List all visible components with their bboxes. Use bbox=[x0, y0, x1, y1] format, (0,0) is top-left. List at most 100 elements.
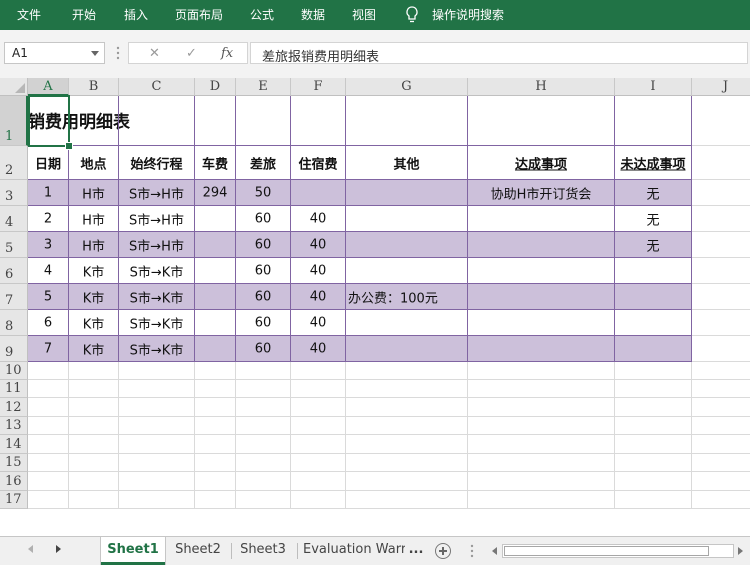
cell-f4[interactable]: 40 bbox=[291, 206, 346, 232]
scrollbar-left-arrow-icon[interactable] bbox=[492, 547, 497, 555]
sheet-tab-sheet2[interactable]: Sheet2 bbox=[167, 537, 229, 565]
cell-f3[interactable] bbox=[291, 180, 346, 206]
cell-f5[interactable]: 40 bbox=[291, 232, 346, 258]
cell-c16[interactable] bbox=[119, 472, 195, 491]
cell-g12[interactable] bbox=[346, 398, 468, 417]
row-header-1[interactable]: 1 bbox=[0, 96, 28, 146]
cell-i17[interactable] bbox=[615, 491, 692, 509]
name-box[interactable]: A1 bbox=[4, 42, 105, 64]
ribbon-tab-insert[interactable]: 插入 bbox=[124, 0, 148, 30]
cell-g8[interactable] bbox=[346, 310, 468, 336]
cell-j9[interactable] bbox=[692, 336, 750, 362]
cell-g3[interactable] bbox=[346, 180, 468, 206]
cell-c17[interactable] bbox=[119, 491, 195, 509]
cell-d4[interactable] bbox=[195, 206, 236, 232]
cell-b6[interactable]: K市 bbox=[69, 258, 119, 284]
cell-f2[interactable]: 住宿费 bbox=[291, 146, 346, 180]
cell-h10[interactable] bbox=[468, 362, 615, 380]
cell-d13[interactable] bbox=[195, 417, 236, 435]
column-header-f[interactable]: F bbox=[291, 78, 346, 96]
cell-g9[interactable] bbox=[346, 336, 468, 362]
cell-d5[interactable] bbox=[195, 232, 236, 258]
cell-f6[interactable]: 40 bbox=[291, 258, 346, 284]
ribbon-tab-file[interactable]: 文件 bbox=[17, 0, 41, 30]
cell-h13[interactable] bbox=[468, 417, 615, 435]
ribbon-tab-page-layout[interactable]: 页面布局 bbox=[175, 0, 223, 30]
cell-e11[interactable] bbox=[236, 380, 291, 398]
cell-a4[interactable]: 2 bbox=[28, 206, 69, 232]
cell-e15[interactable] bbox=[236, 454, 291, 472]
cell-g16[interactable] bbox=[346, 472, 468, 491]
cell-i2[interactable]: 未达成事项 bbox=[615, 146, 692, 180]
cell-c14[interactable] bbox=[119, 435, 195, 454]
cell-j1[interactable] bbox=[692, 96, 750, 146]
cell-f14[interactable] bbox=[291, 435, 346, 454]
cell-d16[interactable] bbox=[195, 472, 236, 491]
cell-c8[interactable]: S市→K市 bbox=[119, 310, 195, 336]
cell-b4[interactable]: H市 bbox=[69, 206, 119, 232]
cell-a8[interactable]: 6 bbox=[28, 310, 69, 336]
cell-f12[interactable] bbox=[291, 398, 346, 417]
cell-a2[interactable]: 日期 bbox=[28, 146, 69, 180]
cell-j8[interactable] bbox=[692, 310, 750, 336]
cell-b16[interactable] bbox=[69, 472, 119, 491]
cell-f8[interactable]: 40 bbox=[291, 310, 346, 336]
cell-g11[interactable] bbox=[346, 380, 468, 398]
cell-j14[interactable] bbox=[692, 435, 750, 454]
cell-a5[interactable]: 3 bbox=[28, 232, 69, 258]
insert-function-icon[interactable]: fx bbox=[221, 46, 233, 61]
cell-d11[interactable] bbox=[195, 380, 236, 398]
row-header-17[interactable]: 17 bbox=[0, 491, 28, 509]
cell-b5[interactable]: H市 bbox=[69, 232, 119, 258]
row-header-7[interactable]: 7 bbox=[0, 284, 28, 310]
cell-g13[interactable] bbox=[346, 417, 468, 435]
cell-h15[interactable] bbox=[468, 454, 615, 472]
cell-g17[interactable] bbox=[346, 491, 468, 509]
cell-e9[interactable]: 60 bbox=[236, 336, 291, 362]
cell-h7[interactable] bbox=[468, 284, 615, 310]
cell-d10[interactable] bbox=[195, 362, 236, 380]
cell-g2[interactable]: 其他 bbox=[346, 146, 468, 180]
cell-g1[interactable] bbox=[346, 96, 468, 146]
row-header-10[interactable]: 10 bbox=[0, 362, 28, 380]
cell-c4[interactable]: S市→H市 bbox=[119, 206, 195, 232]
cell-g14[interactable] bbox=[346, 435, 468, 454]
row-header-11[interactable]: 11 bbox=[0, 380, 28, 398]
cell-e6[interactable]: 60 bbox=[236, 258, 291, 284]
tell-me-search[interactable]: 操作说明搜索 bbox=[432, 0, 504, 30]
cell-b15[interactable] bbox=[69, 454, 119, 472]
row-header-8[interactable]: 8 bbox=[0, 310, 28, 336]
cell-b13[interactable] bbox=[69, 417, 119, 435]
cell-j16[interactable] bbox=[692, 472, 750, 491]
cell-c5[interactable]: S市→H市 bbox=[119, 232, 195, 258]
cell-j4[interactable] bbox=[692, 206, 750, 232]
row-header-15[interactable]: 15 bbox=[0, 454, 28, 472]
cell-h14[interactable] bbox=[468, 435, 615, 454]
cell-e13[interactable] bbox=[236, 417, 291, 435]
cell-d7[interactable] bbox=[195, 284, 236, 310]
cell-i6[interactable] bbox=[615, 258, 692, 284]
cell-i13[interactable] bbox=[615, 417, 692, 435]
cell-d1[interactable] bbox=[195, 96, 236, 146]
cell-j15[interactable] bbox=[692, 454, 750, 472]
cell-e14[interactable] bbox=[236, 435, 291, 454]
cell-e4[interactable]: 60 bbox=[236, 206, 291, 232]
cell-i12[interactable] bbox=[615, 398, 692, 417]
cell-h16[interactable] bbox=[468, 472, 615, 491]
cell-f11[interactable] bbox=[291, 380, 346, 398]
cell-j7[interactable] bbox=[692, 284, 750, 310]
cell-e2[interactable]: 差旅 bbox=[236, 146, 291, 180]
cell-i8[interactable] bbox=[615, 310, 692, 336]
cell-c6[interactable]: S市→K市 bbox=[119, 258, 195, 284]
add-sheet-icon[interactable] bbox=[435, 543, 451, 559]
cell-j11[interactable] bbox=[692, 380, 750, 398]
cell-a13[interactable] bbox=[28, 417, 69, 435]
cell-h8[interactable] bbox=[468, 310, 615, 336]
cell-b1[interactable] bbox=[69, 96, 119, 146]
cell-c15[interactable] bbox=[119, 454, 195, 472]
cell-b10[interactable] bbox=[69, 362, 119, 380]
cell-j2[interactable] bbox=[692, 146, 750, 180]
cell-g7[interactable]: 办公费：100元 bbox=[346, 284, 468, 310]
cell-h6[interactable] bbox=[468, 258, 615, 284]
cell-i16[interactable] bbox=[615, 472, 692, 491]
